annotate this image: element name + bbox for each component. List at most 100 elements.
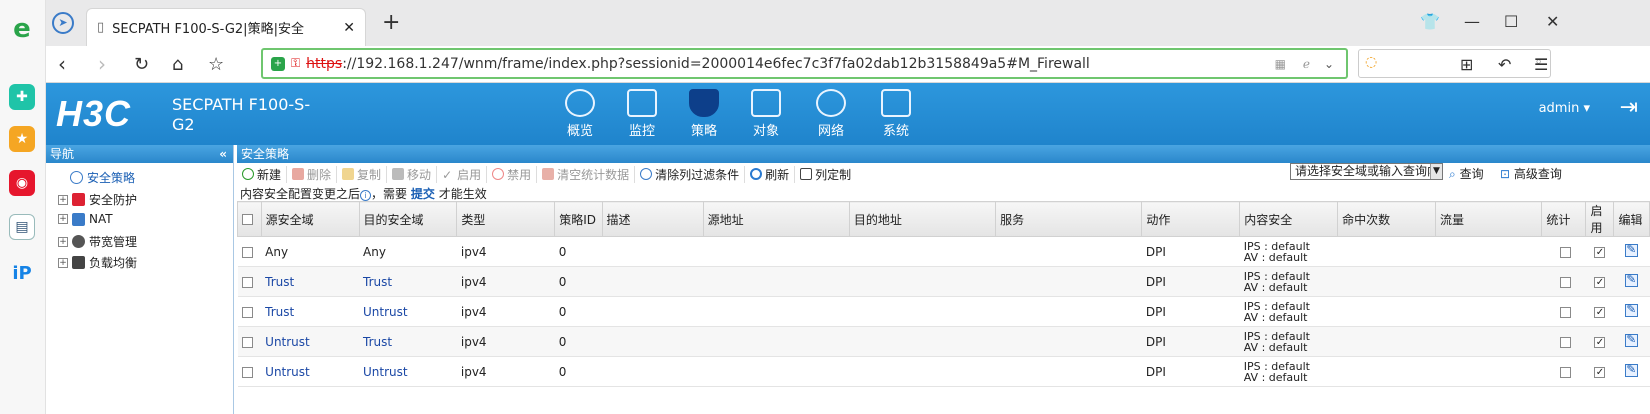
dst-zone[interactable]: Trust — [363, 335, 392, 349]
nav-item-security-policy[interactable]: 安全策略 — [70, 169, 135, 186]
back-icon[interactable]: ‹ — [58, 52, 66, 76]
dst-zone[interactable]: Untrust — [363, 305, 408, 319]
src-zone[interactable]: Trust — [265, 275, 294, 289]
move-button[interactable]: 移动 — [387, 165, 438, 183]
ie-logo-icon[interactable]: e — [9, 14, 35, 44]
table-row[interactable]: Any Any ipv4 0 DPI IPS : default AV : default — [237, 236, 1650, 267]
query-button[interactable]: ⌕ 查询 — [1449, 165, 1484, 182]
filter-select[interactable]: 请选择安全域或输入查询内容 ▼ — [1290, 163, 1443, 180]
row-checkbox[interactable] — [241, 276, 253, 288]
shirt-icon[interactable]: 👕 — [1420, 12, 1440, 31]
enable-button[interactable]: ✓ 启用 — [437, 165, 488, 183]
column-header[interactable]: 策略ID — [554, 201, 603, 237]
ip-app-icon[interactable]: iP — [9, 260, 35, 286]
advanced-query-button[interactable]: ⊡ 高级查询 — [1500, 165, 1562, 182]
column-header[interactable]: 流量 — [1434, 201, 1543, 237]
qr-code-icon[interactable]: ▦ — [1275, 57, 1286, 71]
weibo-icon[interactable]: ◉ — [9, 170, 35, 196]
enable-checkbox[interactable] — [1594, 246, 1606, 258]
close-tab-icon[interactable]: ✕ — [343, 20, 355, 36]
edit-icon[interactable] — [1625, 302, 1639, 317]
edit-icon[interactable] — [1625, 332, 1639, 347]
row-checkbox[interactable] — [241, 246, 253, 258]
star-app-icon[interactable]: ★ — [9, 126, 35, 152]
close-window-icon[interactable]: ✕ — [1546, 12, 1559, 31]
nav-item-nat[interactable]: + NAT — [58, 212, 113, 226]
column-header[interactable]: 类型 — [456, 201, 556, 237]
dst-zone[interactable]: Untrust — [363, 365, 408, 379]
column-header[interactable]: 源地址 — [702, 201, 850, 237]
src-zone[interactable]: Untrust — [265, 335, 310, 349]
enable-checkbox[interactable] — [1594, 366, 1606, 378]
row-checkbox[interactable] — [241, 306, 253, 318]
table-row[interactable]: Trust Trust ipv4 0 DPI IPS : default AV : defa… — [237, 266, 1650, 297]
stats-checkbox[interactable] — [1560, 246, 1572, 258]
delete-button[interactable]: 删除 — [287, 165, 338, 183]
row-select-cell[interactable] — [237, 326, 262, 357]
expand-icon[interactable]: + — [58, 214, 68, 224]
nav-item-load-balance[interactable]: + 负载均衡 — [58, 254, 137, 271]
columns-button[interactable]: 列定制 — [795, 166, 856, 183]
edit-icon[interactable] — [1625, 242, 1639, 257]
column-header[interactable]: 描述 — [601, 201, 704, 237]
nav-item-protection[interactable]: + 安全防护 — [58, 191, 137, 208]
favorite-star-icon[interactable]: ☆ — [208, 54, 224, 75]
browser-tab[interactable]: ▯ SECPATH F100-S-G2|策略|安全 ✕ — [86, 8, 366, 46]
disable-button[interactable]: 禁用 — [487, 165, 538, 183]
forward-icon[interactable]: › — [98, 52, 106, 76]
menu-network[interactable]: 网络 — [803, 89, 859, 139]
column-header[interactable]: 编辑 — [1613, 201, 1650, 237]
column-header[interactable]: 目的地址 — [848, 201, 997, 237]
home-icon[interactable]: ⌂ — [172, 54, 183, 75]
menu-system[interactable]: 系统 — [868, 89, 924, 139]
document-app-icon[interactable]: ▤ — [9, 214, 35, 240]
logout-icon[interactable]: ⇥ — [1620, 95, 1638, 120]
menu-monitor[interactable]: 监控 — [614, 89, 670, 139]
undo-icon[interactable]: ↶ — [1498, 55, 1511, 74]
expand-icon[interactable]: + — [58, 236, 68, 247]
select-all-checkbox[interactable] — [242, 214, 253, 225]
column-header[interactable]: 内容安全 — [1239, 201, 1339, 237]
reload-icon[interactable]: ↻ — [134, 54, 149, 75]
new-tab-button[interactable]: + — [382, 10, 400, 35]
nav-item-bandwidth[interactable]: + 带宽管理 — [58, 233, 137, 250]
stats-checkbox[interactable] — [1560, 276, 1572, 288]
plus-app-icon[interactable]: ✚ — [9, 84, 35, 110]
src-zone[interactable]: Trust — [265, 305, 294, 319]
src-zone[interactable]: Untrust — [265, 365, 310, 379]
row-select-cell[interactable] — [237, 266, 262, 297]
stats-checkbox[interactable] — [1560, 366, 1572, 378]
table-row[interactable]: Untrust Trust ipv4 0 DPI IPS : default AV : de… — [237, 326, 1650, 357]
expand-icon[interactable]: + — [58, 194, 68, 205]
enable-checkbox[interactable] — [1594, 336, 1606, 348]
row-select-cell[interactable] — [237, 296, 262, 327]
column-header[interactable]: 服务 — [995, 201, 1143, 237]
submit-link[interactable]: 提交 — [411, 187, 435, 201]
clear-stats-button[interactable]: 清空统计数据 — [537, 165, 636, 183]
menu-icon[interactable]: ☰ — [1534, 55, 1548, 74]
column-header[interactable]: 动作 — [1141, 201, 1241, 237]
address-bar[interactable]: + ⚿ https ://192.168.1.247/wnm/frame/ind… — [261, 48, 1348, 79]
select-all-cell[interactable] — [237, 201, 262, 237]
column-header[interactable]: 统计 — [1541, 201, 1587, 237]
dropdown-chevron-icon[interactable]: ⌄ — [1324, 57, 1334, 71]
minimize-icon[interactable]: — — [1464, 12, 1480, 31]
table-row[interactable]: Untrust Untrust ipv4 0 DPI IPS : default AV : … — [237, 356, 1650, 387]
stats-checkbox[interactable] — [1560, 336, 1572, 348]
edit-icon[interactable] — [1625, 362, 1639, 377]
row-select-cell[interactable] — [237, 356, 262, 387]
row-checkbox[interactable] — [241, 336, 253, 348]
refresh-button[interactable]: 刷新 — [745, 165, 796, 183]
clear-filters-button[interactable]: 清除列过滤条件 — [635, 165, 746, 183]
menu-objects[interactable]: 对象 — [738, 89, 794, 139]
menu-overview[interactable]: 概览 — [552, 89, 608, 139]
row-select-cell[interactable] — [237, 236, 262, 267]
column-header[interactable]: 目的安全域 — [358, 201, 458, 237]
column-header[interactable]: 启用 — [1585, 201, 1615, 237]
menu-policy[interactable]: 策略 — [676, 89, 732, 139]
ie-mode-icon[interactable]: ℯ — [1303, 57, 1310, 71]
column-header[interactable]: 命中次数 — [1337, 201, 1436, 237]
dst-zone[interactable]: Trust — [363, 275, 392, 289]
expand-icon[interactable]: + — [58, 257, 68, 268]
copy-button[interactable]: 复制 — [337, 165, 388, 183]
